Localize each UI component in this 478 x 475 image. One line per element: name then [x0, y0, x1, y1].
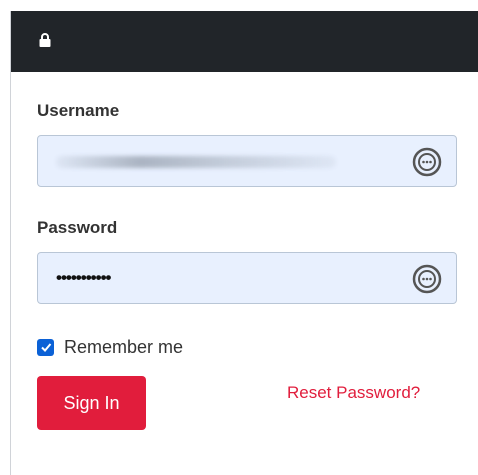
checkmark-icon: [40, 343, 51, 352]
password-manager-icon[interactable]: [412, 147, 442, 177]
password-manager-icon[interactable]: [412, 264, 442, 294]
remember-me[interactable]: Remember me: [37, 336, 183, 358]
reset-password-link[interactable]: Reset Password?: [287, 383, 420, 403]
panel-header: [11, 11, 478, 72]
remember-me-label: Remember me: [64, 336, 184, 357]
username-field[interactable]: [37, 135, 457, 187]
lock-icon: [39, 33, 51, 47]
password-label: Password: [37, 218, 118, 237]
password-value: •••••••••••: [56, 268, 111, 287]
password-field[interactable]: •••••••••••: [37, 252, 457, 304]
remember-me-checkbox[interactable]: [37, 338, 54, 356]
login-panel: Username Password ••••••••••• Remember m…: [10, 11, 478, 475]
sign-in-button[interactable]: Sign In: [37, 376, 146, 430]
username-value-redacted: [56, 156, 336, 168]
username-label: Username: [37, 101, 120, 120]
